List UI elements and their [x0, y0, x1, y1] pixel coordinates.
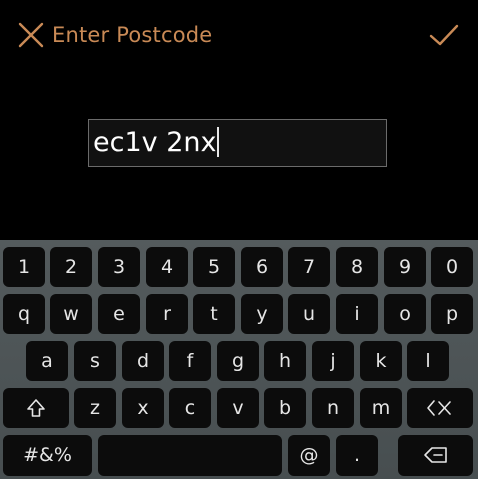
key-d[interactable]: d: [122, 341, 164, 381]
key-f[interactable]: f: [169, 341, 211, 381]
text-caret: [217, 126, 220, 157]
close-button[interactable]: [16, 20, 46, 50]
key-5[interactable]: 5: [193, 247, 235, 287]
postcode-value: ec1v 2nx: [93, 127, 217, 158]
on-screen-keyboard: 1 2 3 4 5 6 7 8 9 0 q w e r t y u i o p …: [0, 240, 478, 479]
key-2[interactable]: 2: [50, 247, 92, 287]
key-6[interactable]: 6: [241, 247, 283, 287]
key-y[interactable]: y: [241, 294, 283, 334]
key-w[interactable]: w: [50, 294, 92, 334]
key-period[interactable]: .: [336, 435, 378, 476]
key-z[interactable]: z: [74, 388, 116, 428]
key-g[interactable]: g: [217, 341, 259, 381]
shift-icon: [27, 399, 45, 417]
key-4[interactable]: 4: [146, 247, 188, 287]
checkmark-icon: [429, 24, 459, 46]
screen: Enter Postcode ec1v 2nx 1 2 3 4 5 6 7 8 …: [0, 0, 478, 479]
key-0[interactable]: 0: [431, 247, 473, 287]
key-v[interactable]: v: [217, 388, 259, 428]
key-j[interactable]: j: [312, 341, 354, 381]
key-c[interactable]: c: [169, 388, 211, 428]
postcode-input[interactable]: ec1v 2nx: [88, 119, 387, 167]
key-a[interactable]: a: [26, 341, 68, 381]
key-at[interactable]: @: [288, 435, 330, 476]
key-t[interactable]: t: [193, 294, 235, 334]
key-e[interactable]: e: [98, 294, 140, 334]
key-n[interactable]: n: [312, 388, 354, 428]
key-i[interactable]: i: [336, 294, 378, 334]
key-q[interactable]: q: [3, 294, 45, 334]
key-8[interactable]: 8: [336, 247, 378, 287]
key-k[interactable]: k: [360, 341, 402, 381]
key-9[interactable]: 9: [384, 247, 426, 287]
shift-key[interactable]: [3, 388, 69, 428]
confirm-button[interactable]: [428, 20, 460, 50]
key-p[interactable]: p: [431, 294, 473, 334]
delete-key[interactable]: [407, 388, 473, 428]
backspace-key[interactable]: [398, 435, 473, 476]
delete-icon: [427, 400, 451, 416]
key-7[interactable]: 7: [288, 247, 330, 287]
key-o[interactable]: o: [384, 294, 426, 334]
key-s[interactable]: s: [74, 341, 116, 381]
close-icon: [18, 22, 44, 48]
key-l[interactable]: l: [407, 341, 449, 381]
key-r[interactable]: r: [146, 294, 188, 334]
symbols-key[interactable]: #&%: [3, 435, 92, 476]
header-bar: Enter Postcode: [0, 0, 478, 70]
key-h[interactable]: h: [264, 341, 306, 381]
space-key[interactable]: [98, 435, 282, 476]
key-1[interactable]: 1: [3, 247, 45, 287]
key-b[interactable]: b: [264, 388, 306, 428]
key-3[interactable]: 3: [98, 247, 140, 287]
key-x[interactable]: x: [122, 388, 164, 428]
backspace-icon: [423, 447, 447, 463]
key-u[interactable]: u: [288, 294, 330, 334]
key-m[interactable]: m: [360, 388, 402, 428]
page-title: Enter Postcode: [52, 23, 213, 47]
